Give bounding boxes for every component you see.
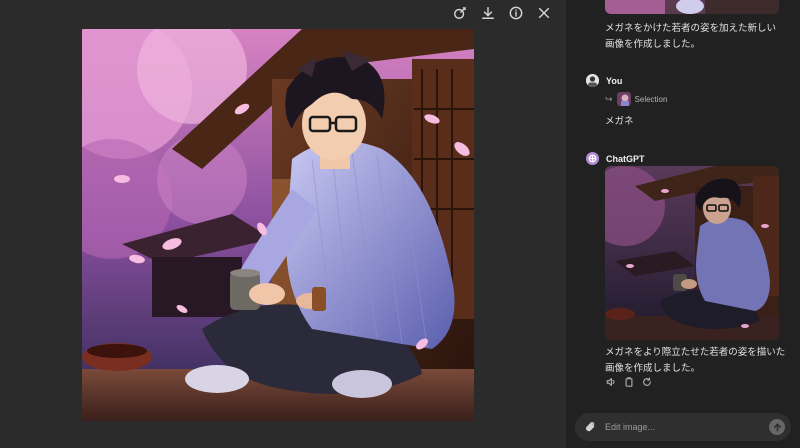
- paperclip-icon[interactable]: [584, 420, 598, 434]
- assistant-message-header: ChatGPT: [586, 152, 645, 165]
- assistant-message-text: メガネをより際立たせた若者の姿を描いた画像を作成しました。: [605, 347, 786, 374]
- chat-panel: メガネをかけた若者の姿を加えた新しい画像を作成しました。 You ↪ Selec…: [565, 0, 800, 448]
- image-viewer: [0, 0, 565, 448]
- reply-arrow-icon: ↪: [605, 93, 613, 104]
- selection-thumbnail: [616, 92, 631, 106]
- assistant-author-label: ChatGPT: [606, 153, 645, 164]
- previous-image-thumbnail[interactable]: [605, 0, 779, 14]
- chatgpt-avatar-icon: [586, 152, 599, 165]
- edit-image-input[interactable]: [605, 422, 769, 432]
- close-icon[interactable]: [535, 4, 553, 22]
- download-icon[interactable]: [479, 4, 497, 22]
- copy-icon[interactable]: [623, 376, 635, 388]
- selection-label: Selection: [634, 94, 668, 104]
- user-message-text: メガネ: [605, 116, 634, 127]
- edit-brush-icon[interactable]: [451, 4, 469, 22]
- generated-image: [82, 29, 474, 421]
- user-avatar: [586, 74, 599, 87]
- assistant-generated-image[interactable]: [605, 166, 779, 340]
- info-icon[interactable]: [507, 4, 525, 22]
- user-author-label: You: [606, 75, 623, 86]
- previous-assistant-message: メガネをかけた若者の姿を加えた新しい画像を作成しました。: [605, 23, 777, 50]
- regenerate-icon[interactable]: [641, 376, 653, 388]
- selection-reference[interactable]: ↪ Selection: [605, 92, 667, 106]
- send-button[interactable]: [769, 419, 785, 435]
- speaker-icon[interactable]: [605, 376, 617, 388]
- user-message-header: You: [586, 74, 622, 87]
- viewer-toolbar: [451, 4, 553, 22]
- edit-image-composer: [575, 413, 791, 441]
- arrow-up-icon: [773, 423, 781, 431]
- message-actions: [605, 376, 653, 388]
